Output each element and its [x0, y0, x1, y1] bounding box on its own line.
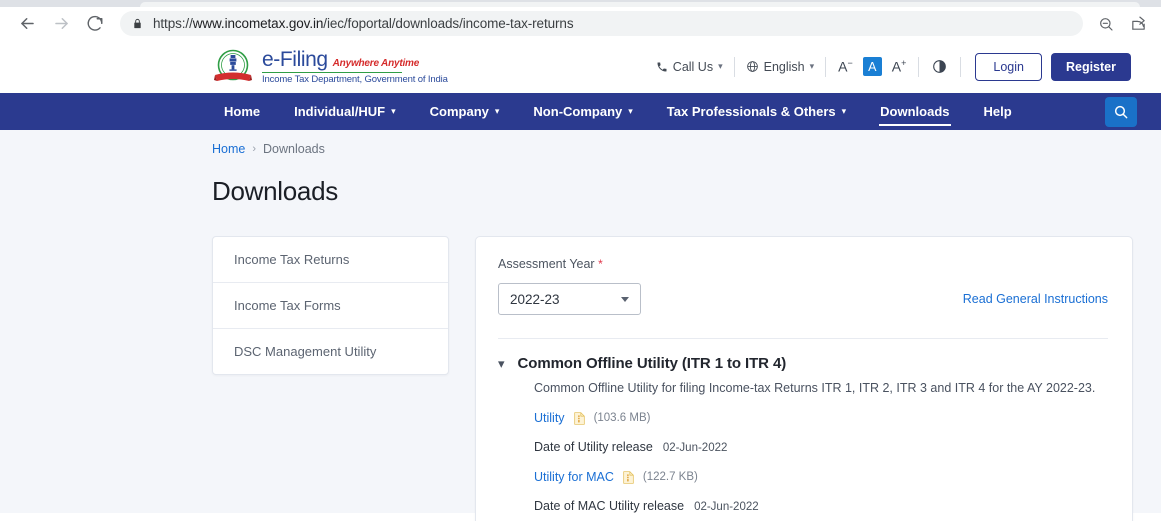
login-button[interactable]: Login [975, 52, 1042, 81]
utility-release-date-row: Date of Utility release 02-Jun-2022 [534, 440, 1108, 454]
assessment-year-value: 2022-23 [510, 291, 560, 307]
nav-item-tax-professionals[interactable]: Tax Professionals & Others ▾ [650, 93, 863, 130]
nav-item-home[interactable]: Home [207, 93, 277, 130]
forward-arrow-icon[interactable] [44, 10, 78, 38]
sidebar-item-dsc-management-utility[interactable]: DSC Management Utility [213, 329, 448, 374]
read-general-instructions-link[interactable]: Read General Instructions [963, 292, 1108, 306]
brand-text: e-Filing Anywhere Anytime Income Tax Dep… [262, 49, 448, 85]
header-tools: Call Us ▾ English ▾ A− A A+ Login Regist… [645, 52, 1131, 81]
chevron-down-icon: ▾ [809, 61, 815, 71]
chevron-down-icon: ▾ [841, 106, 847, 116]
zip-file-icon [573, 411, 585, 425]
contrast-icon [933, 60, 947, 73]
main-navigation: Home Individual/HUF ▾ Company ▾ Non-Compan… [0, 93, 1161, 130]
url-scheme: https:// [153, 16, 193, 31]
divider [960, 56, 962, 77]
chevron-down-icon: ▾ [628, 106, 633, 116]
sidebar-item-income-tax-returns[interactable]: Income Tax Returns [213, 237, 448, 283]
mac-utility-release-date-row: Date of MAC Utility release 02-Jun-2022 [534, 499, 1108, 513]
nav-item-downloads[interactable]: Downloads [863, 93, 966, 130]
call-us-label: Call Us [672, 59, 714, 74]
search-button[interactable] [1105, 96, 1137, 127]
brand-subtitle: Income Tax Department, Government of Ind… [262, 73, 448, 85]
chevron-down-icon: ▾ [494, 106, 500, 116]
brand-name: e-Filing [262, 47, 328, 71]
utility-file-size: (103.6 MB) [593, 412, 651, 424]
zoom-out-icon[interactable] [1093, 11, 1119, 37]
brand-logo[interactable]: e-Filing Anywhere Anytime Income Tax Dep… [212, 47, 448, 87]
search-icon [1114, 105, 1128, 118]
utility-mac-file-size: (122.7 KB) [642, 471, 698, 483]
page-body: Home › Downloads Downloads Income Tax Re… [0, 130, 1161, 521]
sidebar-menu: Income Tax Returns Income Tax Forms DSC … [212, 236, 449, 375]
divider [498, 338, 1108, 339]
zip-file-icon [623, 470, 634, 484]
utility-mac-download-link[interactable]: Utility for MAC [534, 470, 614, 484]
contrast-toggle[interactable] [919, 59, 960, 74]
download-row: Utility (103.6 MB) [534, 411, 1108, 425]
nav-item-company[interactable]: Company ▾ [413, 93, 517, 130]
india-emblem-icon [214, 49, 252, 81]
browser-toolbar: https://www.incometax.gov.in/iec/foporta… [0, 7, 1161, 40]
sidebar-item-income-tax-forms[interactable]: Income Tax Forms [213, 283, 448, 329]
url-text: https://www.incometax.gov.in/iec/foporta… [153, 16, 574, 31]
required-asterisk: * [598, 257, 603, 271]
reload-icon[interactable] [78, 10, 112, 38]
breadcrumb: Home › Downloads [212, 130, 1133, 156]
register-button[interactable]: Register [1050, 52, 1131, 81]
accordion-body: Common Offline Utility for filing Income… [498, 381, 1108, 513]
mac-utility-release-date-label: Date of MAC Utility release [534, 499, 685, 513]
globe-icon [746, 61, 758, 72]
lock-icon [132, 17, 143, 30]
nav-item-individual-huf[interactable]: Individual/HUF ▾ [277, 93, 413, 130]
utility-release-date-label: Date of Utility release [534, 440, 653, 454]
accordion-description: Common Offline Utility for filing Income… [534, 381, 1096, 395]
accordion-header[interactable]: ▾ Common Offline Utility (ITR 1 to ITR 4… [498, 355, 1108, 372]
language-menu[interactable]: English ▾ [735, 60, 826, 74]
phone-icon [657, 62, 667, 71]
download-row: Utility for MAC (122.7 KB) [534, 470, 1108, 484]
font-increase-button[interactable]: A+ [892, 58, 907, 75]
font-normal-button[interactable]: A [862, 57, 882, 76]
call-us-menu[interactable]: Call Us ▾ [645, 60, 734, 74]
chevron-down-icon: ▾ [391, 106, 396, 116]
share-icon[interactable] [1125, 11, 1151, 37]
font-decrease-button[interactable]: A− [838, 58, 853, 75]
nav-item-help[interactable]: Help [967, 93, 1029, 130]
brand-tagline: Anywhere Anytime [332, 57, 420, 69]
content-area: Income Tax Returns Income Tax Forms DSC … [212, 236, 1133, 521]
browser-tab[interactable] [140, 2, 1140, 7]
utility-download-link[interactable]: Utility [534, 411, 565, 425]
assessment-year-row: 2022-23 Read General Instructions [498, 283, 1108, 315]
address-bar[interactable]: https://www.incometax.gov.in/iec/foporta… [120, 11, 1083, 36]
site-header: e-Filing Anywhere Anytime Income Tax Dep… [0, 40, 1161, 93]
assessment-year-label: Assessment Year * [498, 257, 603, 271]
back-arrow-icon[interactable] [10, 10, 44, 38]
page-title: Downloads [212, 176, 338, 206]
chevron-down-icon: ▾ [718, 61, 723, 71]
utility-release-date-value: 02-Jun-2022 [662, 442, 728, 454]
assessment-year-select[interactable]: 2022-23 [498, 283, 641, 315]
breadcrumb-home[interactable]: Home [212, 142, 245, 156]
tab-strip-edge [1155, 0, 1161, 7]
mac-utility-release-date-value: 02-Jun-2022 [694, 501, 759, 513]
url-domain: www.incometax.gov.in [192, 16, 324, 31]
brand-divider [262, 71, 402, 73]
breadcrumb-current: Downloads [263, 142, 325, 156]
nav-item-non-company[interactable]: Non-Company ▾ [516, 93, 649, 130]
url-path: /iec/foportal/downloads/income-tax-retur… [323, 16, 574, 31]
chevron-down-icon: ▾ [498, 356, 505, 371]
browser-toolbar-actions [1093, 11, 1151, 37]
breadcrumb-separator: › [252, 143, 257, 155]
accordion-title: Common Offline Utility (ITR 1 to ITR 4) [517, 355, 787, 372]
font-size-controls: A− A A+ [826, 57, 918, 76]
browser-tab-strip [0, 0, 1161, 7]
downloads-panel: Assessment Year * 2022-23 Read General I… [475, 236, 1133, 521]
chevron-down-icon [621, 296, 629, 302]
language-label: English [763, 59, 805, 74]
